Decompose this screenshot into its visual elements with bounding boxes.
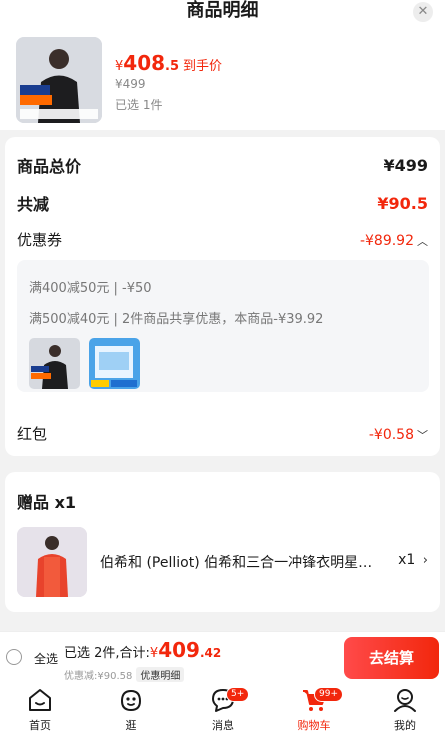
final-price-decimal: .5 bbox=[165, 59, 180, 74]
total-currency: ¥ bbox=[149, 646, 159, 661]
coupon-row[interactable]: 优惠券 -¥89.92 ︿ bbox=[17, 229, 428, 250]
total-price-value: ¥499 bbox=[383, 155, 428, 175]
coupon-product-thumb-jacket[interactable] bbox=[29, 338, 80, 389]
gift-product-image[interactable] bbox=[17, 527, 87, 597]
original-price: ¥499 bbox=[115, 77, 146, 91]
tab-profile-label: 我的 bbox=[394, 719, 416, 732]
tab-messages[interactable]: 5+ 消息 bbox=[193, 687, 253, 733]
home-icon bbox=[29, 689, 51, 711]
final-price: ¥408.5 到手价 bbox=[115, 51, 222, 75]
tab-profile[interactable]: 我的 bbox=[375, 687, 435, 733]
cart-badge: 99+ bbox=[314, 687, 343, 702]
selected-summary: 已选 2件,合计: bbox=[64, 646, 150, 661]
final-price-integer: 408 bbox=[123, 51, 166, 75]
chevron-up-icon: ︿ bbox=[417, 235, 428, 248]
total-reduce-label: 共减 bbox=[17, 195, 50, 214]
cart-total: 已选 2件,合计:¥409.42 bbox=[64, 638, 221, 662]
gift-product-name[interactable]: 伯希和 (Pelliot) 伯希和三合一冲锋衣明星同款 bbox=[100, 552, 375, 572]
tab-home[interactable]: 首页 bbox=[10, 687, 70, 733]
gift-quantity-value: x1 bbox=[398, 552, 416, 568]
selected-count: 已选 1件 bbox=[115, 98, 163, 112]
chevron-right-icon: › bbox=[422, 553, 428, 568]
tab-messages-label: 消息 bbox=[212, 719, 234, 732]
close-icon: ✕ bbox=[417, 4, 429, 19]
discount-summary: 优惠减:¥90.58 优惠明细 bbox=[64, 667, 185, 682]
checkout-button[interactable]: 去结算 bbox=[344, 637, 439, 679]
coupon-line-1: 满400减50元 | -¥50 bbox=[29, 281, 152, 296]
redpacket-value: -¥0.58 bbox=[368, 427, 414, 443]
total-price-label: 商品总价 bbox=[17, 157, 82, 176]
coupon-product-thumb-gift[interactable] bbox=[89, 338, 140, 389]
price-breakdown-card: 商品总价 ¥499 共减 ¥90.5 优惠券 -¥89.92 ︿ 满400减50元… bbox=[5, 137, 440, 456]
gift-quantity[interactable]: x1 › bbox=[398, 552, 428, 568]
tab-home-label: 首页 bbox=[29, 719, 51, 732]
select-all-radio[interactable] bbox=[6, 649, 22, 665]
total-reduce-row: 共减 ¥90.5 bbox=[17, 191, 428, 215]
close-button[interactable]: ✕ bbox=[413, 2, 433, 22]
user-icon bbox=[394, 689, 416, 712]
product-summary: ¥408.5 到手价 ¥499 已选 1件 bbox=[0, 25, 445, 130]
total-reduce-value: ¥90.5 bbox=[377, 193, 428, 213]
redpacket-row[interactable]: 红包 -¥0.58 ﹀ bbox=[17, 423, 428, 444]
total-integer: 409 bbox=[158, 638, 200, 662]
sheet-header: 商品明细 ✕ bbox=[0, 0, 445, 25]
total-decimal: .42 bbox=[199, 646, 222, 660]
messages-badge: 5+ bbox=[226, 687, 250, 702]
coupon-label: 优惠券 bbox=[17, 231, 63, 249]
tab-browse-label: 逛 bbox=[125, 719, 137, 732]
discount-detail-button[interactable]: 优惠明细 bbox=[136, 667, 185, 682]
redpacket-label: 红包 bbox=[17, 425, 48, 443]
page-title: 商品明细 bbox=[186, 0, 259, 21]
coupon-detail-box: 满400减50元 | -¥50 满500减40元 | 2件商品共享优惠，本商品-… bbox=[17, 260, 429, 392]
gift-card: 赠品 x1 伯希和 (Pelliot) 伯希和三合一冲锋衣明星同款 x1 › bbox=[5, 472, 440, 612]
tab-cart[interactable]: 99+ 购物车 bbox=[284, 687, 344, 733]
tab-browse[interactable]: 逛 bbox=[101, 687, 161, 733]
tab-cart-label: 购物车 bbox=[297, 719, 331, 732]
discount-text: 优惠减:¥90.58 bbox=[64, 671, 133, 682]
select-all-label[interactable]: 全选 bbox=[34, 650, 58, 667]
chevron-down-icon: ﹀ bbox=[417, 429, 428, 442]
final-price-tag: 到手价 bbox=[183, 59, 223, 74]
bottom-tab-bar: 首页 逛 5+ 消息 99+ 购物车 我的 bbox=[0, 683, 445, 748]
total-price-row: 商品总价 ¥499 bbox=[17, 153, 428, 177]
gift-title: 赠品 x1 bbox=[17, 493, 77, 512]
product-image[interactable] bbox=[16, 37, 102, 123]
smile-face-icon bbox=[120, 689, 142, 712]
checkout-bar: 全选 已选 2件,合计:¥409.42 优惠减:¥90.58 优惠明细 去结算 bbox=[0, 631, 445, 683]
coupon-line-2: 满500减40元 | 2件商品共享优惠，本商品-¥39.92 bbox=[29, 312, 324, 327]
coupon-value: -¥89.92 bbox=[359, 233, 414, 249]
